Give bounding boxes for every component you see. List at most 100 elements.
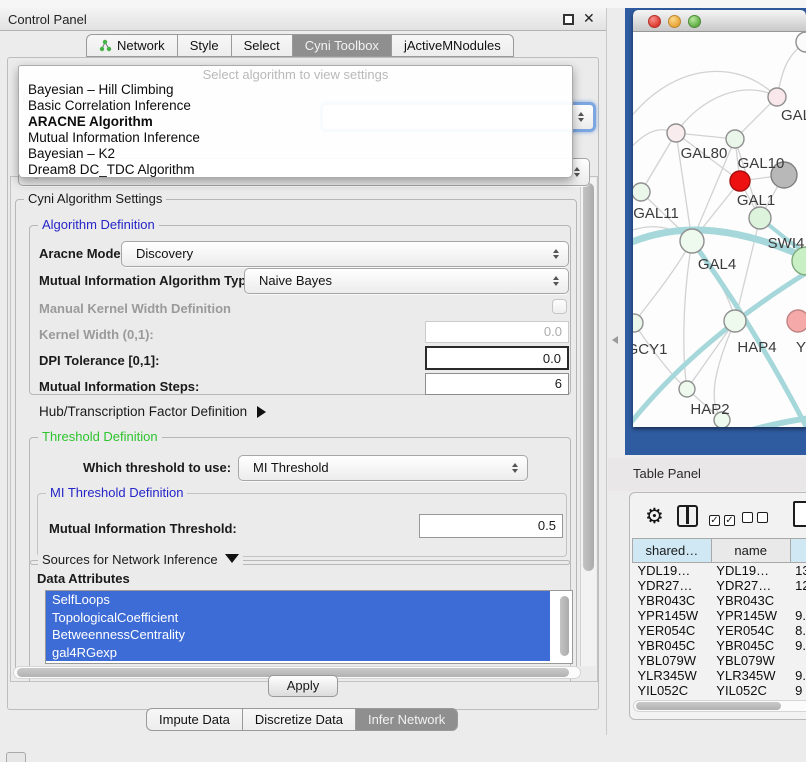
float-window-icon[interactable] — [563, 14, 574, 25]
table-row[interactable]: YIL052C YIL052C 9 — [633, 683, 806, 698]
list-item[interactable]: SelfLoops — [46, 591, 550, 609]
split-view-icon[interactable] — [677, 505, 698, 527]
sources-group-title[interactable]: Sources for Network Inference — [38, 552, 243, 567]
node-gal10[interactable] — [726, 130, 744, 148]
mi-type-combobox[interactable]: Naive Bayes — [244, 268, 569, 294]
table-row[interactable]: YLR345WYLR345W9. — [633, 668, 806, 683]
list-item[interactable]: gal4RGexp — [46, 644, 550, 662]
aracne-mode-label: Aracne Mode: — [39, 246, 125, 261]
node-red-selected[interactable] — [730, 171, 750, 191]
node[interactable] — [667, 124, 685, 142]
popup-item[interactable]: Dream8 DC_TDC Algorithm — [19, 162, 572, 178]
node-hap2[interactable] — [679, 381, 695, 397]
hub-definition-label: Hub/Transcription Factor Definition — [39, 404, 247, 419]
column-header-clipped[interactable] — [790, 539, 806, 563]
table-horizontal-scrollbar[interactable] — [633, 700, 806, 712]
table-horizontal-scrollbar-thumb[interactable] — [636, 702, 781, 710]
apply-button[interactable]: Apply — [268, 675, 338, 697]
close-traffic-light[interactable] — [648, 15, 661, 28]
popup-item[interactable]: Basic Correlation Inference — [19, 98, 572, 114]
expand-right-icon — [257, 406, 266, 418]
manual-kernel-label: Manual Kernel Width Definition — [39, 301, 231, 316]
table-row[interactable]: YDL19…YDL19…13 — [633, 563, 806, 579]
attribute-table: shared… name YDL19…YDL19…13 YDR27…YDR27…… — [632, 538, 806, 698]
node-gcy1[interactable] — [633, 314, 643, 332]
zoom-traffic-light[interactable] — [688, 15, 701, 28]
column-header-name[interactable]: name — [711, 539, 790, 563]
list-item[interactable]: BetweennessCentrality — [46, 626, 550, 644]
checked-columns-icon[interactable]: ✓✓ — [709, 511, 735, 526]
network-window: GAL GAL80 GAL10 GAL1 GAL11 SWI4 GAL4 GCY… — [633, 10, 806, 427]
list-item[interactable]: TopologicalCoefficient — [46, 609, 550, 627]
data-attributes-label: Data Attributes — [37, 571, 130, 586]
splitpane-collapse-icon[interactable] — [612, 336, 618, 344]
tab-style[interactable]: Style — [177, 34, 232, 57]
aracne-mode-combobox[interactable]: Discovery — [121, 241, 569, 267]
table-row[interactable]: YPR145WYPR145W9. — [633, 608, 806, 623]
network-canvas[interactable]: GAL GAL80 GAL10 GAL1 GAL11 SWI4 GAL4 GCY… — [633, 32, 806, 427]
node-label: GCY1 — [633, 341, 667, 358]
data-attributes-list: SelfLoops TopologicalCoefficient Between… — [45, 590, 573, 664]
tab-discretize-data[interactable]: Discretize Data — [242, 708, 356, 731]
minimized-panel-icon[interactable] — [6, 752, 26, 762]
node-label: GAL11 — [633, 205, 679, 222]
dpi-tolerance-field[interactable]: 0.0 — [425, 346, 569, 370]
tab-impute-data[interactable]: Impute Data — [146, 708, 243, 731]
mi-threshold-group-title: MI Threshold Definition — [46, 485, 187, 500]
gear-icon[interactable]: ⚙ — [645, 504, 664, 529]
node-label: GAL80 — [681, 145, 728, 162]
node-gal11[interactable] — [633, 183, 650, 201]
hub-definition-toggle[interactable]: Hub/Transcription Factor Definition — [39, 404, 266, 419]
close-icon[interactable]: ✕ — [583, 10, 595, 27]
popup-item-selected[interactable]: ARACNE Algorithm — [19, 114, 572, 130]
mi-steps-label: Mutual Information Steps: — [39, 379, 199, 394]
node-gal4[interactable] — [680, 229, 704, 253]
screen: { "colors": { "accent_blue_frame":"#2f5b… — [0, 0, 806, 762]
popup-item[interactable]: Bayesian – Hill Climbing — [19, 82, 572, 98]
vertical-scrollbar[interactable] — [580, 178, 596, 666]
algorithm-definition-title: Algorithm Definition — [38, 217, 159, 232]
tab-network-label: Network — [117, 38, 165, 53]
tab-network[interactable]: Network — [86, 34, 178, 57]
network-view-frame: GAL GAL80 GAL10 GAL1 GAL11 SWI4 GAL4 GCY… — [625, 8, 806, 455]
combo-stepper-icon — [574, 167, 580, 177]
node-label: HAP2 — [690, 401, 729, 418]
popup-item[interactable]: Bayesian – K2 — [19, 146, 572, 162]
popup-item[interactable]: Mutual Information Inference — [19, 130, 572, 146]
collapse-down-icon — [225, 554, 239, 563]
network-icon — [99, 39, 112, 52]
tab-infer-network[interactable]: Infer Network — [355, 708, 458, 731]
bottom-tabs: Impute Data Discretize Data Infer Networ… — [146, 708, 458, 731]
tab-cyni-toolbox[interactable]: Cyni Toolbox — [292, 34, 392, 57]
file-icon[interactable] — [793, 501, 806, 527]
combo-stepper-icon — [553, 276, 559, 286]
table-row[interactable]: YER054CYER054C8. — [633, 623, 806, 638]
unchecked-columns-icon[interactable] — [742, 511, 768, 526]
node-label: SWI4 — [768, 235, 805, 252]
node-label: GAL4 — [698, 256, 736, 273]
node[interactable] — [768, 88, 786, 106]
mi-threshold-field[interactable]: 0.5 — [419, 514, 563, 538]
node-salmon[interactable] — [787, 310, 806, 332]
node-label: GAL1 — [737, 192, 775, 209]
list-scrollbar-thumb[interactable] — [560, 596, 569, 656]
vertical-scrollbar-thumb[interactable] — [583, 183, 594, 571]
tab-jactivemnodules[interactable]: jActiveMNodules — [391, 34, 514, 57]
column-header-shared[interactable]: shared… — [633, 539, 712, 563]
minimize-traffic-light[interactable] — [668, 15, 681, 28]
tab-select[interactable]: Select — [231, 34, 293, 57]
node-hap4[interactable] — [724, 310, 746, 332]
table-row[interactable]: YBR045CYBR045C9. — [633, 638, 806, 653]
table-panel-title: Table Panel — [633, 466, 701, 481]
mi-steps-field[interactable]: 6 — [425, 373, 569, 395]
node-label: GAL10 — [738, 155, 785, 172]
kernel-width-field[interactable]: 0.0 — [425, 321, 569, 343]
node-gal1[interactable] — [749, 207, 771, 229]
which-threshold-combobox[interactable]: MI Threshold — [238, 455, 528, 481]
table-row[interactable]: YDR27…YDR27…12 — [633, 578, 806, 593]
table-row[interactable]: YBL079WYBL079W — [633, 653, 806, 668]
manual-kernel-checkbox[interactable] — [552, 299, 567, 314]
control-panel-titlebar — [0, 8, 606, 31]
popup-placeholder: Select algorithm to view settings — [19, 67, 572, 82]
table-row[interactable]: YBR043CYBR043C — [633, 593, 806, 608]
